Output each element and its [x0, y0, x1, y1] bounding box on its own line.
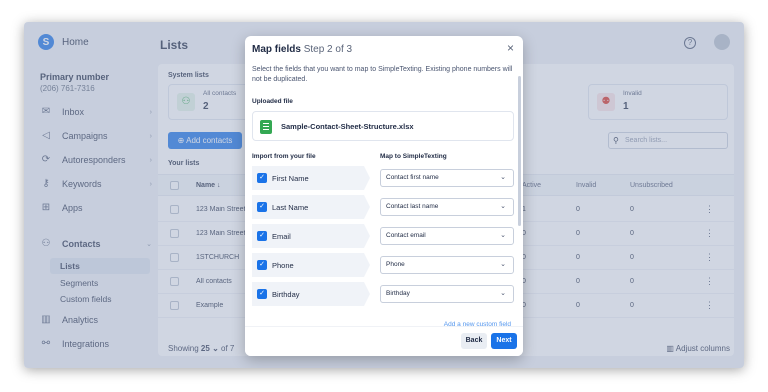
dialog-footer: Back Next: [245, 326, 523, 356]
target-field-value: Contact email: [386, 232, 426, 239]
source-field: [252, 195, 370, 219]
target-field-select[interactable]: Phone ⌄: [380, 256, 514, 274]
field-mapping-row: ✓ Birthday Birthday ⌄: [252, 282, 516, 306]
dialog-description: Select the fields that you want to map t…: [252, 66, 513, 83]
uploaded-file-label: Uploaded file: [252, 98, 293, 105]
back-button[interactable]: Back: [461, 333, 487, 349]
field-checkbox[interactable]: ✓: [257, 260, 267, 270]
field-checkbox[interactable]: ✓: [257, 231, 267, 241]
source-field-label: Phone: [272, 261, 294, 270]
map-fields-dialog: Map fields Step 2 of 3 × Select the fiel…: [245, 36, 523, 356]
field-mapping-row: ✓ Email Contact email ⌄: [252, 224, 516, 248]
import-column-header: Import from your file: [252, 153, 316, 160]
chevron-down-icon: ⌄: [500, 203, 506, 210]
dialog-scrollbar[interactable]: [518, 76, 521, 226]
field-mapping-row: ✓ Last Name Contact last name ⌄: [252, 195, 516, 219]
target-field-value: Contact last name: [386, 203, 439, 210]
target-field-select[interactable]: Birthday ⌄: [380, 285, 514, 303]
field-mapping-row: ✓ First Name Contact first name ⌄: [252, 166, 516, 190]
field-mapping-row: ✓ Phone Phone ⌄: [252, 253, 516, 277]
map-column-header: Map to SimpleTexting: [380, 153, 447, 160]
file-name: Sample-Contact-Sheet-Structure.xlsx: [281, 122, 414, 131]
target-field-select[interactable]: Contact email ⌄: [380, 227, 514, 245]
chevron-down-icon: ⌄: [500, 232, 506, 239]
uploaded-file: Sample-Contact-Sheet-Structure.xlsx: [252, 111, 514, 141]
target-field-value: Contact first name: [386, 174, 439, 181]
dialog-title-text: Map fields: [252, 44, 301, 55]
source-field-label: Birthday: [272, 290, 300, 299]
dialog-step: Step 2 of 3: [303, 44, 353, 55]
target-field-select[interactable]: Contact last name ⌄: [380, 198, 514, 216]
field-checkbox[interactable]: ✓: [257, 173, 267, 183]
target-field-value: Phone: [386, 261, 405, 268]
source-field: [252, 253, 370, 277]
field-checkbox[interactable]: ✓: [257, 289, 267, 299]
source-field-label: Last Name: [272, 203, 309, 212]
chevron-down-icon: ⌄: [500, 174, 506, 181]
dialog-title: Map fields Step 2 of 3: [252, 44, 352, 55]
source-field-label: Email: [272, 232, 291, 241]
spreadsheet-icon: [260, 120, 272, 134]
next-button[interactable]: Next: [491, 333, 517, 349]
target-field-select[interactable]: Contact first name ⌄: [380, 169, 514, 187]
close-icon[interactable]: ×: [507, 41, 514, 55]
source-field: [252, 166, 370, 190]
source-field-label: First Name: [272, 174, 309, 183]
target-field-value: Birthday: [386, 290, 410, 297]
field-checkbox[interactable]: ✓: [257, 202, 267, 212]
source-field: [252, 282, 370, 306]
chevron-down-icon: ⌄: [500, 290, 506, 297]
app-window: S Home Primary number (206) 761-7316 ✉ I…: [24, 22, 744, 368]
chevron-down-icon: ⌄: [500, 261, 506, 268]
source-field: [252, 224, 370, 248]
